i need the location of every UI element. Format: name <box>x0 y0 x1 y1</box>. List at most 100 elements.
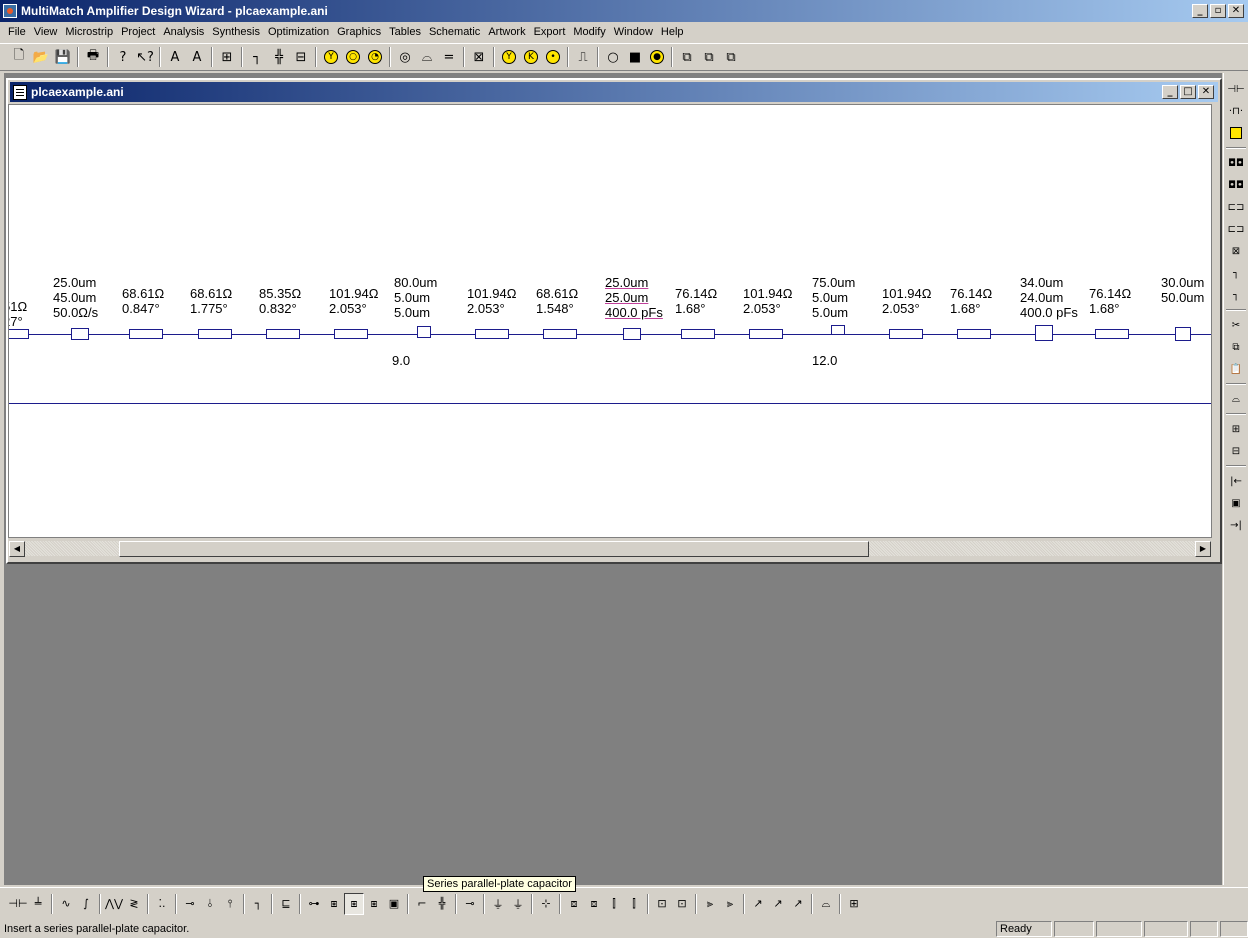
stack2-icon[interactable]: ⧉ <box>698 46 720 68</box>
coupled-icon[interactable]: ⊑ <box>276 893 296 915</box>
series-ind-icon[interactable]: ∿ <box>56 893 76 915</box>
grid-x-icon[interactable]: ⊠ <box>468 46 490 68</box>
arrow2-icon[interactable]: ↗ <box>768 893 788 915</box>
shunt-cap-icon[interactable]: ╧ <box>28 893 48 915</box>
zoom-in-icon[interactable]: ⊞ <box>1226 419 1246 439</box>
via2-icon[interactable]: ⏚ <box>508 893 528 915</box>
help-icon[interactable]: ? <box>112 46 134 68</box>
app-icon[interactable] <box>3 4 17 18</box>
child-minimize-button[interactable]: _ <box>1162 85 1178 99</box>
pulse-icon[interactable]: ⎍ <box>572 46 594 68</box>
paste-icon[interactable]: 📋 <box>1226 359 1246 379</box>
stack-b-icon[interactable]: ⧈ <box>584 893 604 915</box>
menu-modify[interactable]: Modify <box>569 26 609 38</box>
menu-file[interactable]: File <box>4 26 30 38</box>
arrow3-icon[interactable]: ↗ <box>788 893 808 915</box>
go-start-icon[interactable]: |← <box>1226 471 1246 491</box>
series-tl-icon[interactable]: ⊸ <box>180 893 200 915</box>
line-segment[interactable] <box>1095 329 1129 339</box>
stub-b-icon[interactable]: ⫸ <box>720 893 740 915</box>
cil-out-icon[interactable]: ◘◘ <box>1226 175 1246 195</box>
bridge2-icon[interactable]: ⌓ <box>816 893 836 915</box>
line-segment[interactable] <box>129 329 163 339</box>
stub-icon[interactable]: ┐ <box>246 46 268 68</box>
menu-export[interactable]: Export <box>530 26 570 38</box>
shunt-tl-icon[interactable]: ⫰ <box>200 893 220 915</box>
minimize-button[interactable]: _ <box>1192 4 1208 18</box>
port-left-icon[interactable]: ⊣⊢ <box>1226 79 1246 99</box>
series-res-icon[interactable]: ⋀⋁ <box>104 893 124 915</box>
line-segment[interactable] <box>266 329 300 339</box>
tee-icon[interactable]: ⌐ <box>412 893 432 915</box>
box-icon[interactable]: ⊟ <box>290 46 312 68</box>
stub-icon[interactable]: ┐ <box>1226 285 1246 305</box>
stub-a-icon[interactable]: ⫸ <box>700 893 720 915</box>
line-segment[interactable] <box>749 329 783 339</box>
port-icon[interactable]: ⊸ <box>460 893 480 915</box>
shunt-res-icon[interactable]: ≷ <box>124 893 144 915</box>
go-end-icon[interactable]: →| <box>1226 515 1246 535</box>
yellow-square-icon[interactable] <box>1226 123 1246 143</box>
stack-a-icon[interactable]: ⧈ <box>564 893 584 915</box>
menu-window[interactable]: Window <box>610 26 657 38</box>
open-folder-icon[interactable]: 📂 <box>30 46 52 68</box>
circle-y-icon[interactable]: Y <box>320 46 342 68</box>
cross-icon[interactable]: ╬ <box>268 46 290 68</box>
target-icon[interactable]: ◎ <box>394 46 416 68</box>
circle-o-icon[interactable]: ○ <box>342 46 364 68</box>
equal-icon[interactable]: = <box>438 46 460 68</box>
menu-microstrip[interactable]: Microstrip <box>61 26 117 38</box>
circle-yy-icon[interactable]: Y <box>498 46 520 68</box>
stack3-icon[interactable]: ⧉ <box>720 46 742 68</box>
line-segment[interactable] <box>543 329 577 339</box>
stack-c-icon[interactable]: ⫿ <box>604 893 624 915</box>
scroll-left-arrow-icon[interactable]: ◀ <box>9 541 25 557</box>
context-help-icon[interactable]: ↖? <box>134 46 156 68</box>
new-file-icon[interactable]: 🗋 <box>8 46 30 68</box>
stack1-icon[interactable]: ⧉ <box>676 46 698 68</box>
print-icon[interactable]: 🖶 <box>82 46 104 68</box>
menu-tables[interactable]: Tables <box>385 26 425 38</box>
open-stub-icon[interactable]: ⫯ <box>220 893 240 915</box>
menu-synthesis[interactable]: Synthesis <box>208 26 264 38</box>
series-capacitor[interactable] <box>623 328 641 340</box>
insert-column-icon[interactable]: ⊞ <box>216 46 238 68</box>
circle-k-icon[interactable]: K <box>520 46 542 68</box>
menu-help[interactable]: Help <box>657 26 688 38</box>
menu-view[interactable]: View <box>30 26 62 38</box>
bridge-icon[interactable]: ⌓ <box>416 46 438 68</box>
amplifier-a2-icon[interactable]: A <box>186 46 208 68</box>
circle-s-icon[interactable]: ◔ <box>364 46 386 68</box>
ring-icon[interactable]: ○ <box>602 46 624 68</box>
close-button[interactable]: ✕ <box>1228 4 1244 18</box>
box-cap-icon[interactable]: ▣ <box>384 893 404 915</box>
restore-button[interactable]: ▫ <box>1210 4 1226 18</box>
amplifier-a-icon[interactable]: A <box>164 46 186 68</box>
zoom-out-icon[interactable]: ⊟ <box>1226 441 1246 461</box>
line-segment[interactable] <box>9 329 29 339</box>
lumped2-icon[interactable]: ⊡ <box>672 893 692 915</box>
menu-artwork[interactable]: Artwork <box>484 26 529 38</box>
line-segment[interactable] <box>198 329 232 339</box>
io-icon[interactable]: ⊏⊐ <box>1226 197 1246 217</box>
cir-in-icon[interactable]: ◘◘ <box>1226 153 1246 173</box>
child-close-button[interactable]: ✕ <box>1198 85 1214 99</box>
menu-schematic[interactable]: Schematic <box>425 26 484 38</box>
stack-d-icon[interactable]: ⫿ <box>624 893 644 915</box>
square-icon[interactable]: ■ <box>624 46 646 68</box>
center-icon[interactable]: ▣ <box>1226 493 1246 513</box>
series-pp-cap2-icon[interactable]: ⧆ <box>324 893 344 915</box>
horizontal-scrollbar[interactable]: ◀ ▶ <box>8 540 1212 557</box>
stub-gray-icon[interactable]: ┐ <box>1226 263 1246 283</box>
menu-project[interactable]: Project <box>117 26 159 38</box>
bridge-icon[interactable]: ⌓ <box>1226 389 1246 409</box>
series-pp-cap1-icon[interactable]: ⊶ <box>304 893 324 915</box>
arrow1-icon[interactable]: ↗ <box>748 893 768 915</box>
scroll-thumb[interactable] <box>119 541 869 557</box>
cross2-icon[interactable]: ⊞ <box>844 893 864 915</box>
via-stub[interactable] <box>831 325 845 335</box>
k-box-icon[interactable]: ⊠ <box>1226 241 1246 261</box>
shunt-ind-icon[interactable]: ∫ <box>76 893 96 915</box>
line-segment[interactable] <box>334 329 368 339</box>
transistor-icon[interactable]: ⊹ <box>536 893 556 915</box>
